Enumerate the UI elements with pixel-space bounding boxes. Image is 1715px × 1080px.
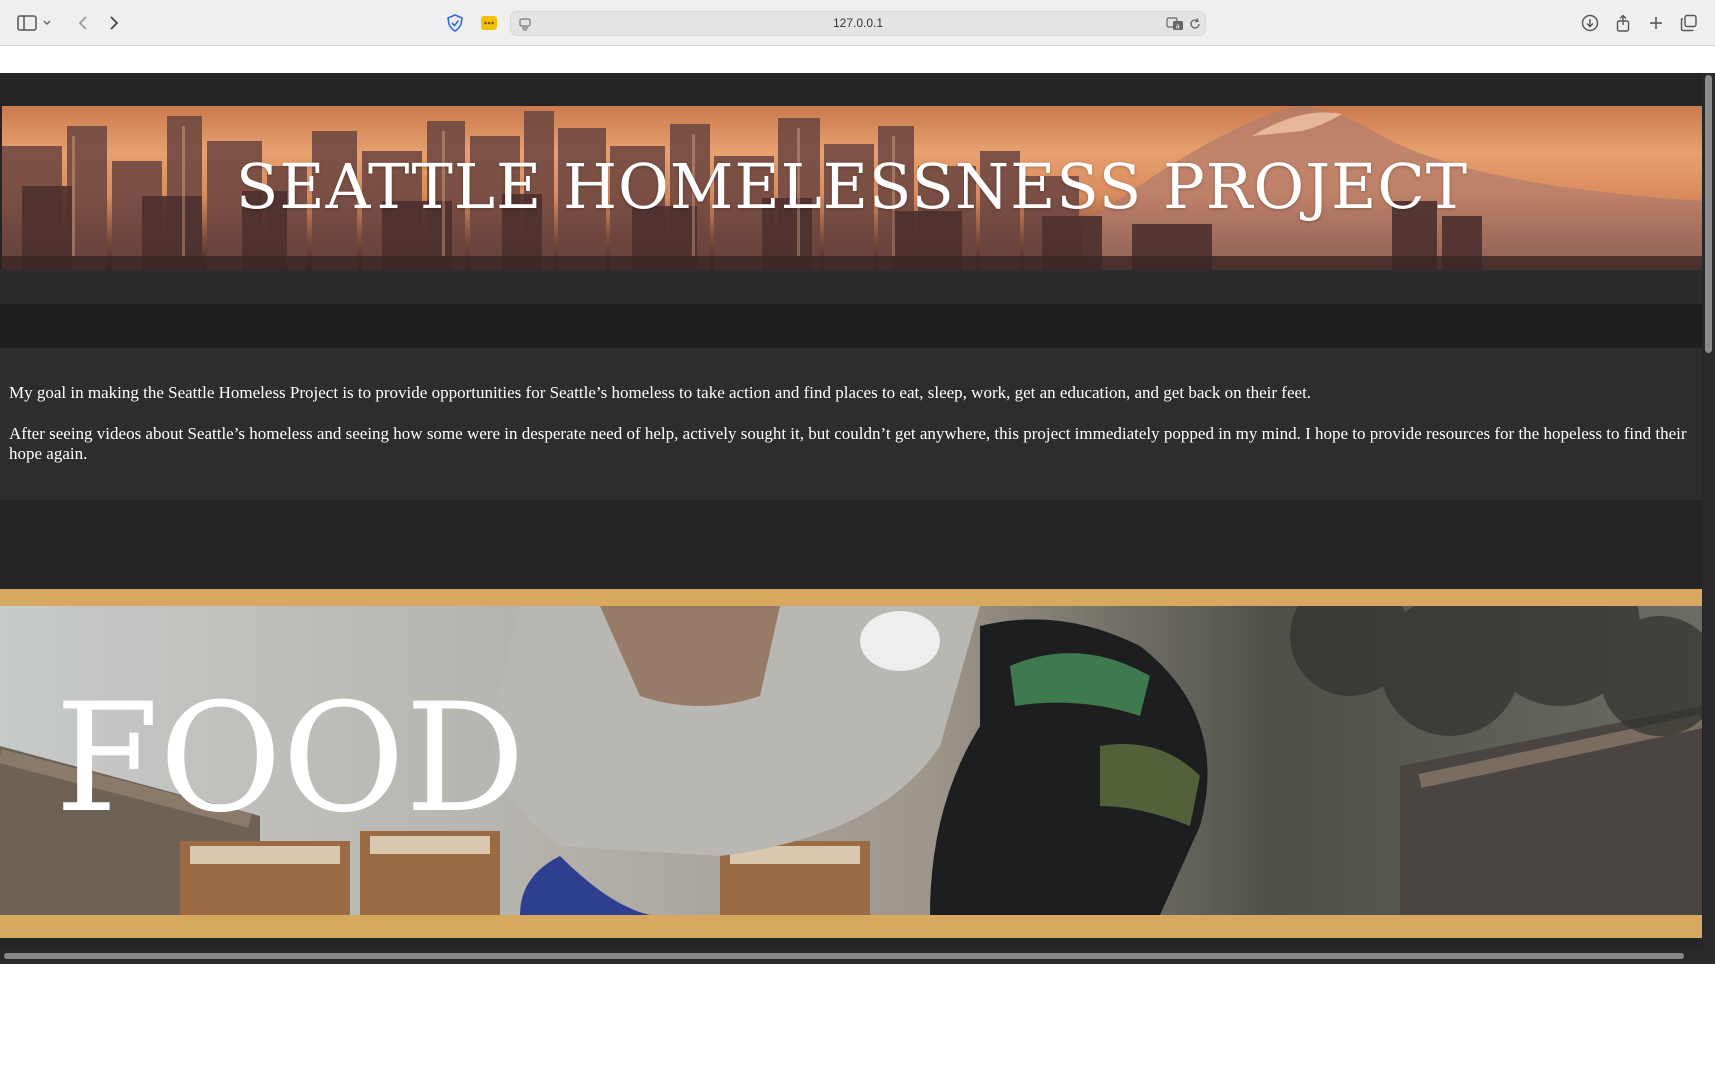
web-page: SEATTLE HOMELESSNESS PROJECT My goal in …: [0, 73, 1715, 964]
privacy-shield-icon[interactable]: [442, 10, 468, 36]
intro-section: My goal in making the Seattle Homeless P…: [0, 348, 1702, 500]
forward-icon[interactable]: [101, 10, 127, 36]
address-bar[interactable]: 127.0.0.1 a: [510, 11, 1206, 36]
food-section-title: FOOD: [55, 672, 526, 846]
url-text[interactable]: 127.0.0.1: [511, 16, 1205, 30]
food-section[interactable]: FOOD: [0, 589, 1702, 938]
download-icon[interactable]: [1577, 10, 1603, 36]
chevron-down-icon[interactable]: [40, 10, 54, 36]
extension-icon[interactable]: [476, 10, 502, 36]
content-top-gap: [0, 46, 1715, 73]
sidebar-toggle-icon[interactable]: [14, 10, 40, 36]
horizontal-scrollbar[interactable]: [0, 949, 1703, 964]
tab-overview-icon[interactable]: [1676, 10, 1702, 36]
reload-icon[interactable]: [1185, 12, 1205, 35]
browser-toolbar: 127.0.0.1 a: [0, 0, 1715, 46]
spacer-band: [0, 270, 1702, 304]
intro-paragraph: My goal in making the Seattle Homeless P…: [9, 383, 1312, 402]
hero-title: SEATTLE HOMELESSNESS PROJECT: [235, 150, 1469, 223]
back-icon[interactable]: [70, 10, 96, 36]
hero-banner: SEATTLE HOMELESSNESS PROJECT: [2, 106, 1702, 270]
horizontal-scroll-thumb[interactable]: [4, 953, 1684, 959]
svg-text:a: a: [1176, 22, 1180, 30]
share-icon[interactable]: [1610, 10, 1636, 36]
vertical-scrollbar[interactable]: [1703, 73, 1715, 964]
new-tab-icon[interactable]: [1643, 10, 1669, 36]
translate-icon[interactable]: a: [1165, 12, 1185, 35]
vertical-scroll-thumb[interactable]: [1705, 75, 1712, 353]
nav-band: [0, 304, 1702, 348]
intro-paragraph: After seeing videos about Seattle’s home…: [9, 424, 1687, 463]
food-banner-image: FOOD: [0, 606, 1702, 915]
